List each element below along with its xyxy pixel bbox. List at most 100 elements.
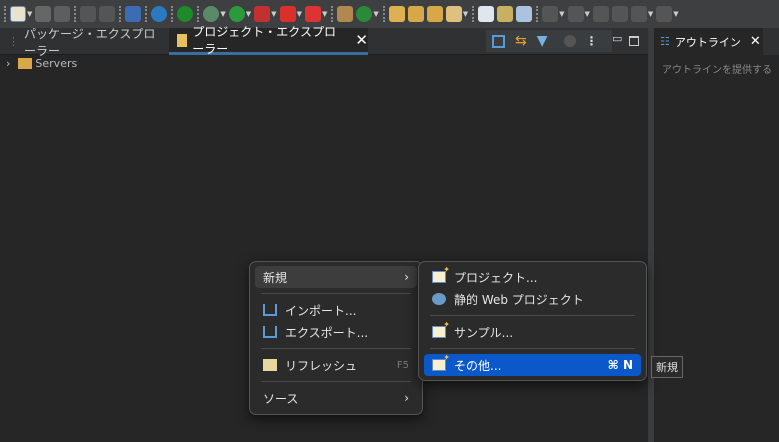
menu-separator — [261, 293, 411, 294]
toolbar-separator — [382, 6, 385, 22]
new-wizard-icon[interactable] — [10, 6, 26, 22]
menu-item-new[interactable]: 新規 › — [255, 266, 417, 288]
menu-item-refresh[interactable]: リフレッシュ F5 — [255, 354, 417, 376]
save-all-icon[interactable] — [54, 6, 71, 22]
power-icon[interactable] — [177, 6, 194, 22]
dropdown-icon[interactable]: ▼ — [585, 10, 590, 18]
new-class-icon[interactable] — [356, 6, 373, 22]
dropdown-icon[interactable]: ▼ — [297, 10, 302, 18]
open-folder-icon[interactable] — [426, 6, 443, 22]
project-tree: › Servers — [0, 55, 648, 71]
save-icon[interactable] — [35, 6, 52, 22]
new-sample-icon — [432, 320, 450, 338]
new-submenu: プロジェクト... 静的 Web プロジェクト サンプル... その他... ⌘ … — [418, 261, 647, 381]
tab-project-explorer[interactable]: プロジェクト・エクスプローラー ✕ — [169, 25, 368, 56]
context-menu: 新規 › インポート... エクスポート... リフレッシュ F5 ソース › — [249, 261, 423, 415]
menu-separator — [430, 348, 635, 349]
forward-icon[interactable] — [611, 6, 628, 22]
dropdown-icon[interactable]: ▼ — [27, 10, 32, 18]
next-annotation-icon[interactable] — [542, 6, 559, 22]
group-icon[interactable] — [563, 35, 576, 47]
new-other-icon — [432, 353, 450, 371]
menu-separator — [261, 381, 411, 382]
search-icon[interactable] — [445, 6, 462, 22]
toolbar-separator — [119, 6, 122, 22]
redo-icon[interactable] — [99, 6, 116, 22]
menu-label: エクスポート... — [285, 325, 369, 340]
new-package-icon[interactable] — [337, 6, 354, 22]
toolbar-separator — [171, 6, 174, 22]
menu-label: インポート... — [285, 303, 357, 318]
dropdown-icon[interactable]: ▼ — [648, 10, 653, 18]
menu-label: サンプル... — [454, 325, 514, 340]
undo-icon[interactable] — [80, 6, 97, 22]
menu-item-other[interactable]: その他... ⌘ N — [424, 353, 641, 376]
dropdown-icon[interactable]: ▼ — [220, 10, 225, 18]
maximize-icon[interactable] — [629, 36, 639, 46]
menu-label: その他... — [454, 358, 502, 373]
stop-icon[interactable] — [279, 6, 296, 22]
menu-item-source[interactable]: ソース › — [255, 387, 417, 409]
menu-label: ソース — [263, 391, 299, 406]
tooltip: 新規 — [651, 356, 683, 378]
menu-item-import[interactable]: インポート... — [255, 299, 417, 321]
menu-label: 静的 Web プロジェクト — [454, 292, 584, 307]
menu-label: プロジェクト... — [454, 270, 538, 285]
toolbar-separator — [74, 6, 77, 22]
close-icon[interactable]: ✕ — [355, 31, 368, 49]
nav-back-icon[interactable] — [630, 6, 647, 22]
toolbar-separator — [536, 6, 539, 22]
prev-annotation-icon[interactable] — [567, 6, 584, 22]
expand-chevron-icon[interactable]: › — [6, 57, 10, 70]
new-web-icon[interactable] — [478, 6, 495, 22]
web-project-icon — [432, 293, 446, 305]
publish-icon[interactable] — [304, 6, 321, 22]
filter-icon[interactable]: ▼ — [537, 33, 548, 49]
new-jsp-icon[interactable] — [497, 6, 514, 22]
tab-outline[interactable]: ☷ アウトライン ✕ — [654, 28, 763, 55]
dropdown-icon[interactable]: ▼ — [673, 10, 678, 18]
outline-panel: ☷ アウトライン ✕ アウトラインを提供する — [654, 28, 779, 442]
dropdown-icon[interactable]: ▼ — [373, 10, 378, 18]
run-icon[interactable] — [228, 6, 245, 22]
run-server-icon[interactable] — [254, 6, 271, 22]
back-icon[interactable] — [592, 6, 609, 22]
menu-item-project[interactable]: プロジェクト... — [424, 265, 641, 288]
dropdown-icon[interactable]: ▼ — [271, 10, 276, 18]
open-task-icon[interactable] — [407, 6, 424, 22]
menu-item-sample[interactable]: サンプル... — [424, 320, 641, 343]
menu-shortcut: F5 — [396, 359, 409, 371]
toolbar-separator — [4, 6, 6, 22]
toolbar-separator — [197, 6, 200, 22]
tree-item-label: Servers — [35, 56, 78, 70]
toolbar-separator — [472, 6, 475, 22]
package-explorer-icon: ⋮ — [8, 35, 19, 48]
menu-item-export[interactable]: エクスポート... — [255, 321, 417, 343]
menu-separator — [261, 348, 411, 349]
minimize-icon[interactable]: ▭ — [612, 32, 622, 45]
tab-package-explorer[interactable]: ⋮ パッケージ・エクスプローラー — [0, 27, 166, 58]
dropdown-icon[interactable]: ▼ — [322, 10, 327, 18]
console-icon[interactable] — [125, 6, 142, 22]
project-explorer-icon — [177, 33, 188, 47]
view-menu-icon[interactable]: ⋮ — [586, 34, 598, 48]
dropdown-icon[interactable]: ▼ — [463, 10, 468, 18]
close-icon[interactable]: ✕ — [750, 34, 761, 49]
dropdown-icon[interactable]: ▼ — [559, 10, 564, 18]
settings-icon[interactable] — [151, 6, 168, 22]
menu-label: 新規 — [263, 270, 288, 285]
tree-item-servers[interactable]: › Servers — [0, 55, 648, 71]
dropdown-icon[interactable]: ▼ — [246, 10, 251, 18]
outline-icon: ☷ — [660, 35, 670, 48]
menu-item-static-web-project[interactable]: 静的 Web プロジェクト — [424, 288, 641, 310]
outline-tabbar: ☷ アウトライン ✕ — [654, 28, 779, 55]
nav-forward-icon[interactable] — [656, 6, 673, 22]
export-icon — [263, 326, 277, 338]
open-type-icon[interactable] — [388, 6, 405, 22]
debug-icon[interactable] — [203, 6, 220, 22]
link-editor-icon[interactable]: ⇆ — [515, 33, 527, 49]
import-icon — [263, 304, 277, 316]
new-servlet-icon[interactable] — [516, 6, 533, 22]
toolbar-separator — [331, 6, 334, 22]
collapse-all-icon[interactable] — [492, 34, 505, 48]
